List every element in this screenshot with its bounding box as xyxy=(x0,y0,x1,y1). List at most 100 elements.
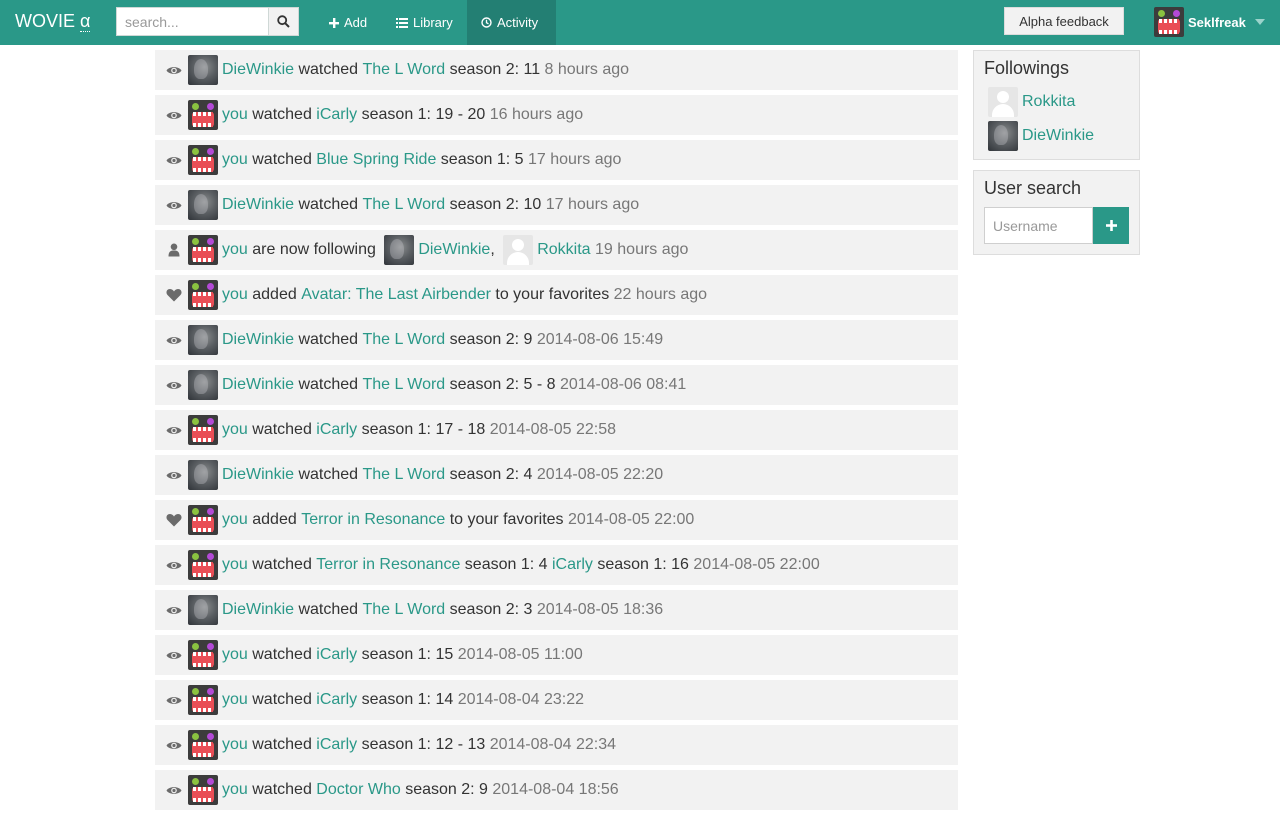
following-item[interactable]: DieWinkie xyxy=(988,121,1094,151)
feed-item: you watched Blue Spring Ride season 1: 5… xyxy=(155,140,958,180)
alpha-feedback-button[interactable]: Alpha feedback xyxy=(1004,7,1124,35)
feed-link[interactable]: DieWinkie xyxy=(222,196,294,214)
following-name[interactable]: Rokkita xyxy=(1022,93,1075,111)
feed-avatar xyxy=(188,100,218,130)
feed-item: you added Avatar: The Last Airbender to … xyxy=(155,275,958,315)
feed-text: season 1: 4 xyxy=(460,556,552,573)
search-button[interactable] xyxy=(268,7,299,36)
username-input[interactable] xyxy=(984,207,1093,244)
feed-link[interactable]: Avatar: The Last Airbender xyxy=(301,286,491,304)
heart-icon xyxy=(165,512,183,528)
feed-timestamp: 17 hours ago xyxy=(545,196,640,213)
feed-link[interactable]: you xyxy=(222,691,248,709)
plus-icon xyxy=(329,17,339,28)
feed-link[interactable]: you xyxy=(222,151,248,169)
eye-icon xyxy=(165,152,183,168)
nav-library[interactable]: Library xyxy=(382,0,467,45)
feed-avatar xyxy=(188,460,218,490)
add-user-button[interactable] xyxy=(1093,207,1129,244)
followings-title: Followings xyxy=(984,58,1070,78)
feed-link[interactable]: The L Word xyxy=(363,196,446,214)
feed-timestamp: 2014-08-05 18:36 xyxy=(536,601,664,618)
feed-item: you watched iCarly season 1: 17 - 18 201… xyxy=(155,410,958,450)
feed-timestamp: 17 hours ago xyxy=(527,151,622,168)
feed-text: watched xyxy=(247,781,317,798)
brand-logo[interactable]: WOVIE α xyxy=(15,11,91,32)
feed-avatar xyxy=(188,595,218,625)
nav-activity[interactable]: Activity xyxy=(467,0,556,45)
feed-text: watched xyxy=(294,601,363,618)
feed-link[interactable]: DieWinkie xyxy=(222,61,294,79)
feed-text: season 2: 3 xyxy=(445,601,537,618)
feed-item: DieWinkie watched The L Word season 2: 4… xyxy=(155,455,958,495)
feed-timestamp: 2014-08-06 08:41 xyxy=(559,376,687,393)
feed-timestamp: 2014-08-04 22:34 xyxy=(489,736,617,753)
brand-name: WOVIE xyxy=(15,11,76,31)
feed-link[interactable]: The L Word xyxy=(363,466,446,484)
feed-timestamp: 2014-08-04 23:22 xyxy=(457,691,585,708)
following-item[interactable]: Rokkita xyxy=(988,87,1075,117)
feed-link[interactable]: you xyxy=(222,241,248,259)
feed-item: DieWinkie watched The L Word season 2: 1… xyxy=(155,50,958,90)
feed-text: season 1: 12 - 13 xyxy=(357,736,490,753)
feed-link[interactable]: Blue Spring Ride xyxy=(316,151,436,169)
feed-item: you are now following DieWinkie, Rokkita… xyxy=(155,230,958,270)
feed-link[interactable]: iCarly xyxy=(316,691,357,709)
feed-text: watched xyxy=(294,196,363,213)
inline-avatar xyxy=(503,235,534,265)
feed-text: season 1: 19 - 20 xyxy=(357,106,490,123)
feed-item: you watched iCarly season 1: 15 2014-08-… xyxy=(155,635,958,675)
feed-link[interactable]: Terror in Resonance xyxy=(301,511,445,529)
feed-link[interactable]: Doctor Who xyxy=(316,781,400,799)
feed-link[interactable]: iCarly xyxy=(316,736,357,754)
nav-add-label: Add xyxy=(344,15,368,30)
feed-link[interactable]: Rokkita xyxy=(537,241,590,259)
feed-link[interactable]: Terror in Resonance xyxy=(316,556,460,574)
feed-text: season 2: 11 xyxy=(445,61,545,78)
feed-link[interactable]: The L Word xyxy=(363,331,446,349)
plus-icon xyxy=(1105,220,1117,231)
feed-item: you watched Doctor Who season 2: 9 2014-… xyxy=(155,770,958,810)
feed-link[interactable]: iCarly xyxy=(316,106,357,124)
feed-text: watched xyxy=(247,556,317,573)
feed-avatar xyxy=(188,145,218,175)
feed-text: season 1: 16 xyxy=(592,556,694,573)
feed-link[interactable]: you xyxy=(222,781,248,799)
feed-link[interactable]: you xyxy=(222,556,248,574)
feed-text: watched xyxy=(294,331,363,348)
eye-icon xyxy=(165,62,183,78)
chevron-down-icon xyxy=(1254,19,1265,25)
feed-link[interactable]: The L Word xyxy=(363,601,446,619)
feed-link[interactable]: you xyxy=(222,106,248,124)
following-avatar xyxy=(988,121,1018,151)
nav-add[interactable]: Add xyxy=(315,0,381,45)
following-avatar xyxy=(988,87,1018,117)
feed-text: watched xyxy=(294,61,363,78)
heart-icon xyxy=(165,287,183,303)
feed-link[interactable]: you xyxy=(222,286,248,304)
feed-link[interactable]: DieWinkie xyxy=(222,466,294,484)
feed-timestamp: 2014-08-04 18:56 xyxy=(492,781,619,798)
feed-link[interactable]: The L Word xyxy=(363,61,446,79)
user-menu[interactable]: Seklfreak xyxy=(1154,7,1265,37)
feed-link[interactable]: you xyxy=(222,736,248,754)
feed-link[interactable]: you xyxy=(222,511,248,529)
search-input[interactable] xyxy=(116,7,269,36)
feed-link[interactable]: DieWinkie xyxy=(222,376,294,394)
feed-text: are now following xyxy=(247,241,381,258)
feed-link[interactable]: The L Word xyxy=(363,376,446,394)
feed-link[interactable]: DieWinkie xyxy=(418,241,490,259)
following-name[interactable]: DieWinkie xyxy=(1022,127,1094,145)
feed-item: you watched iCarly season 1: 19 - 20 16 … xyxy=(155,95,958,135)
feed-link[interactable]: iCarly xyxy=(552,556,593,574)
inline-avatar xyxy=(384,235,415,265)
feed-item: DieWinkie watched The L Word season 2: 5… xyxy=(155,365,958,405)
feed-link[interactable]: iCarly xyxy=(316,421,357,439)
feed-link[interactable]: iCarly xyxy=(316,646,357,664)
feed-link[interactable]: DieWinkie xyxy=(222,331,294,349)
feed-link[interactable]: you xyxy=(222,421,248,439)
feed-link[interactable]: DieWinkie xyxy=(222,601,294,619)
eye-icon xyxy=(165,467,183,483)
feed-link[interactable]: you xyxy=(222,646,248,664)
feed-text: watched xyxy=(247,106,317,123)
